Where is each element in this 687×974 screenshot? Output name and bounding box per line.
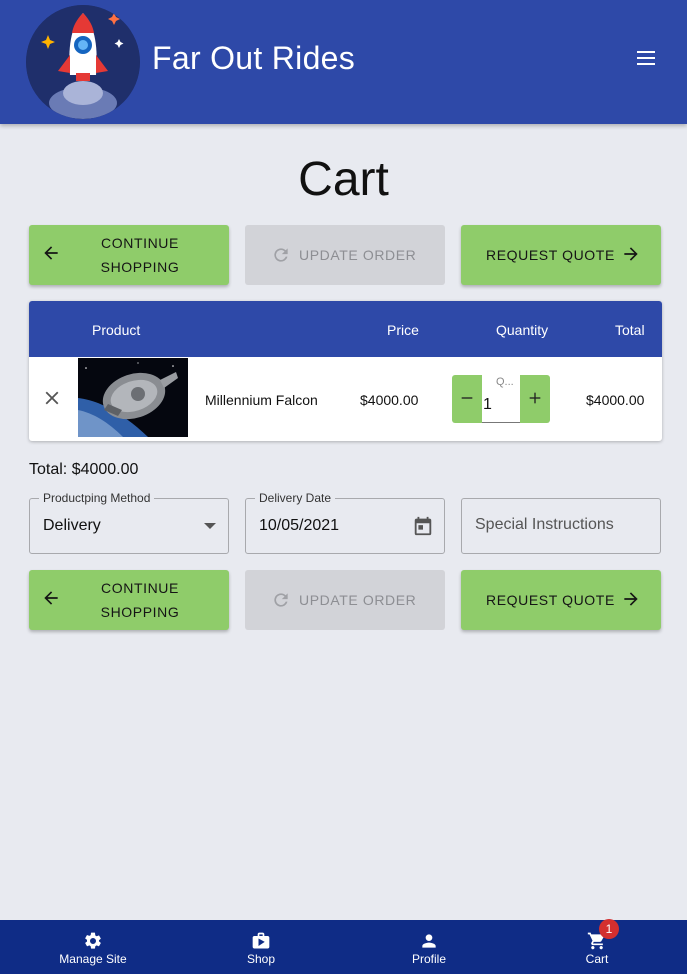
hamburger-menu-icon <box>637 50 655 70</box>
shipping-method-select[interactable]: Productping Method Delivery <box>29 491 229 554</box>
row-total: $4000.00 <box>586 392 645 408</box>
delivery-date-label: Delivery Date <box>255 491 336 505</box>
nav-cart[interactable]: Cart <box>537 920 657 974</box>
product-price: $4000.00 <box>360 392 419 408</box>
increase-quantity-button[interactable] <box>520 375 550 423</box>
cart-table: Product Price Quantity Total Millennium … <box>29 301 662 441</box>
nav-shop[interactable]: Shop <box>201 920 321 974</box>
table-row: Millennium Falcon $4000.00 Q... 1 $4000.… <box>29 357 662 441</box>
menu-button[interactable] <box>630 45 662 75</box>
col-quantity: Quantity <box>496 322 549 338</box>
arrow-right-icon <box>621 244 641 264</box>
refresh-icon <box>271 245 291 265</box>
refresh-icon <box>271 590 291 610</box>
app-header: Far Out Rides <box>0 0 687 124</box>
quantity-input[interactable]: Q... 1 <box>482 375 520 423</box>
arrow-right-icon <box>621 589 641 609</box>
person-icon <box>418 930 440 952</box>
col-product: Product <box>92 322 141 338</box>
delivery-date-value: 10/05/2021 <box>259 517 340 534</box>
update-order-button[interactable]: UPDATE ORDER <box>245 225 445 285</box>
close-icon <box>41 391 63 412</box>
shipping-method-label: Productping Method <box>39 491 155 505</box>
plus-icon <box>527 390 543 409</box>
shipping-method-value: Delivery <box>43 517 101 534</box>
arrow-left-icon <box>41 588 61 608</box>
product-name[interactable]: Millennium Falcon <box>205 392 318 408</box>
bottom-nav: Manage Site Shop Profile Cart <box>0 920 687 974</box>
nav-label: Shop <box>246 952 276 966</box>
nav-manage-site[interactable]: Manage Site <box>33 920 153 974</box>
update-order-label: UPDATE ORDER <box>299 592 417 608</box>
col-total: Total <box>615 322 645 338</box>
page-title: Cart <box>298 153 389 206</box>
continue-shopping-button[interactable]: CONTINUE SHOPPING <box>29 225 229 285</box>
decrease-quantity-button[interactable] <box>452 375 482 423</box>
quantity-stepper: Q... 1 <box>452 375 550 423</box>
nav-label: Cart <box>585 952 609 966</box>
cart-count-badge: 1 <box>599 919 619 939</box>
continue-shopping-button-bottom[interactable]: CONTINUE SHOPPING <box>29 570 229 630</box>
col-price: Price <box>387 322 419 338</box>
gear-icon <box>82 930 104 952</box>
nav-label: Profile <box>411 952 446 966</box>
cart-total: Total: $4000.00 <box>29 461 139 478</box>
product-image[interactable] <box>78 358 188 437</box>
update-order-label: UPDATE ORDER <box>299 247 417 263</box>
quantity-input-label: Q... <box>496 376 514 388</box>
special-instructions-placeholder: Special Instructions <box>475 516 614 533</box>
request-quote-button[interactable]: REQUEST QUOTE <box>461 225 661 285</box>
request-quote-label: REQUEST QUOTE <box>486 592 615 608</box>
delivery-date-field[interactable]: Delivery Date 10/05/2021 <box>245 491 445 554</box>
continue-shopping-label: CONTINUE SHOPPING <box>100 580 180 620</box>
continue-shopping-label: CONTINUE SHOPPING <box>100 235 180 275</box>
calendar-icon[interactable] <box>412 515 434 537</box>
remove-item-button[interactable] <box>41 387 63 409</box>
table-header: Product Price Quantity Total <box>29 301 662 357</box>
quantity-value: 1 <box>483 396 492 413</box>
request-quote-label: REQUEST QUOTE <box>486 247 615 263</box>
dropdown-arrow-icon <box>204 523 216 529</box>
nav-profile[interactable]: Profile <box>369 920 489 974</box>
nav-label: Manage Site <box>59 952 127 966</box>
brand-name: Far Out Rides <box>152 40 356 76</box>
request-quote-button-bottom[interactable]: REQUEST QUOTE <box>461 570 661 630</box>
arrow-left-icon <box>41 243 61 263</box>
minus-icon <box>459 390 475 409</box>
rocket-logo[interactable] <box>26 5 140 119</box>
shopping-bag-icon <box>250 930 272 952</box>
update-order-button-bottom[interactable]: UPDATE ORDER <box>245 570 445 630</box>
special-instructions-field[interactable]: Special Instructions <box>461 498 661 554</box>
